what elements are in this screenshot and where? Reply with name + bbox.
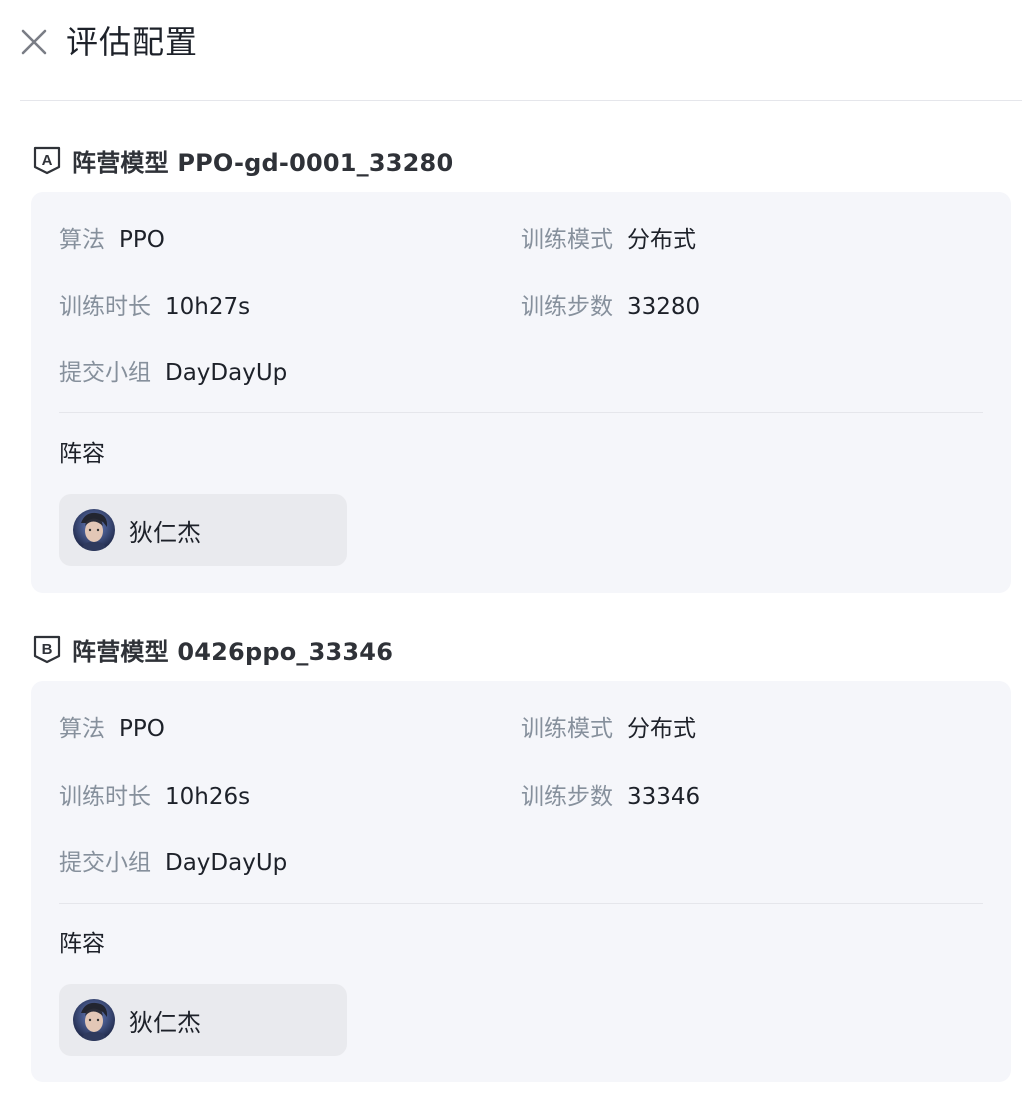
- training-duration-field: 训练时长 10h27s: [59, 291, 250, 323]
- team-value: DayDayUp: [165, 360, 288, 386]
- svg-text:A: A: [42, 152, 53, 169]
- team-field: 提交小组 DayDayUp: [59, 847, 287, 879]
- camp-a-title: A 阵营模型 PPO-gd-0001_33280: [32, 144, 454, 177]
- training-mode-label: 训练模式: [521, 227, 613, 253]
- hero-name: 狄仁杰: [129, 1008, 201, 1037]
- training-steps-field: 训练步数 33280: [521, 291, 700, 323]
- dialog-header: 评估配置: [0, 0, 1030, 100]
- hero-avatar: [73, 999, 115, 1041]
- badge-a-icon: A: [33, 146, 61, 175]
- camp-b-card: 算法 PPO 训练模式 分布式 训练时长 10h26s 训练步数 33346 提交小组 D…: [31, 681, 1011, 1082]
- algorithm-field: 算法 PPO: [59, 713, 165, 745]
- training-steps-label: 训练步数: [521, 294, 613, 320]
- badge-b-icon: B: [33, 635, 61, 664]
- hero-avatar: [73, 509, 115, 551]
- camp-a-model-name: 阵营模型 PPO-gd-0001_33280: [72, 148, 454, 177]
- training-mode-label: 训练模式: [521, 716, 613, 742]
- training-duration-label: 训练时长: [59, 784, 151, 810]
- algorithm-field: 算法 PPO: [59, 224, 165, 256]
- training-duration-value: 10h26s: [165, 784, 251, 810]
- algorithm-label: 算法: [59, 716, 105, 742]
- training-steps-value: 33346: [627, 784, 701, 810]
- page-title: 评估配置: [66, 23, 199, 61]
- close-icon[interactable]: [18, 26, 50, 58]
- training-mode-field: 训练模式 分布式: [521, 713, 696, 745]
- training-mode-field: 训练模式 分布式: [521, 224, 696, 256]
- training-mode-value: 分布式: [627, 227, 696, 253]
- training-steps-value: 33280: [627, 294, 701, 320]
- training-steps-field: 训练步数 33346: [521, 781, 700, 813]
- team-field: 提交小组 DayDayUp: [59, 357, 287, 389]
- team-value: DayDayUp: [165, 850, 288, 876]
- hero-name: 狄仁杰: [129, 518, 201, 547]
- card-divider: [59, 903, 983, 904]
- training-mode-value: 分布式: [627, 716, 696, 742]
- team-label: 提交小组: [59, 360, 151, 386]
- algorithm-label: 算法: [59, 227, 105, 253]
- lineup-label: 阵容: [59, 441, 105, 467]
- team-label: 提交小组: [59, 850, 151, 876]
- hero-chip[interactable]: 狄仁杰: [59, 494, 347, 566]
- svg-text:B: B: [42, 641, 53, 658]
- camp-b-model-name: 阵营模型 0426ppo_33346: [72, 637, 394, 666]
- training-duration-label: 训练时长: [59, 294, 151, 320]
- hero-chip[interactable]: 狄仁杰: [59, 984, 347, 1056]
- training-duration-value: 10h27s: [165, 294, 251, 320]
- algorithm-value: PPO: [119, 227, 165, 253]
- algorithm-value: PPO: [119, 716, 165, 742]
- close-button[interactable]: [18, 26, 50, 58]
- camp-b-title: B 阵营模型 0426ppo_33346: [32, 633, 394, 666]
- card-divider: [59, 412, 983, 413]
- training-duration-field: 训练时长 10h26s: [59, 781, 250, 813]
- training-steps-label: 训练步数: [521, 784, 613, 810]
- header-divider: [20, 100, 1022, 101]
- camp-a-card: 算法 PPO 训练模式 分布式 训练时长 10h27s 训练步数 33280 提交小组 D…: [31, 192, 1011, 593]
- lineup-label: 阵容: [59, 931, 105, 957]
